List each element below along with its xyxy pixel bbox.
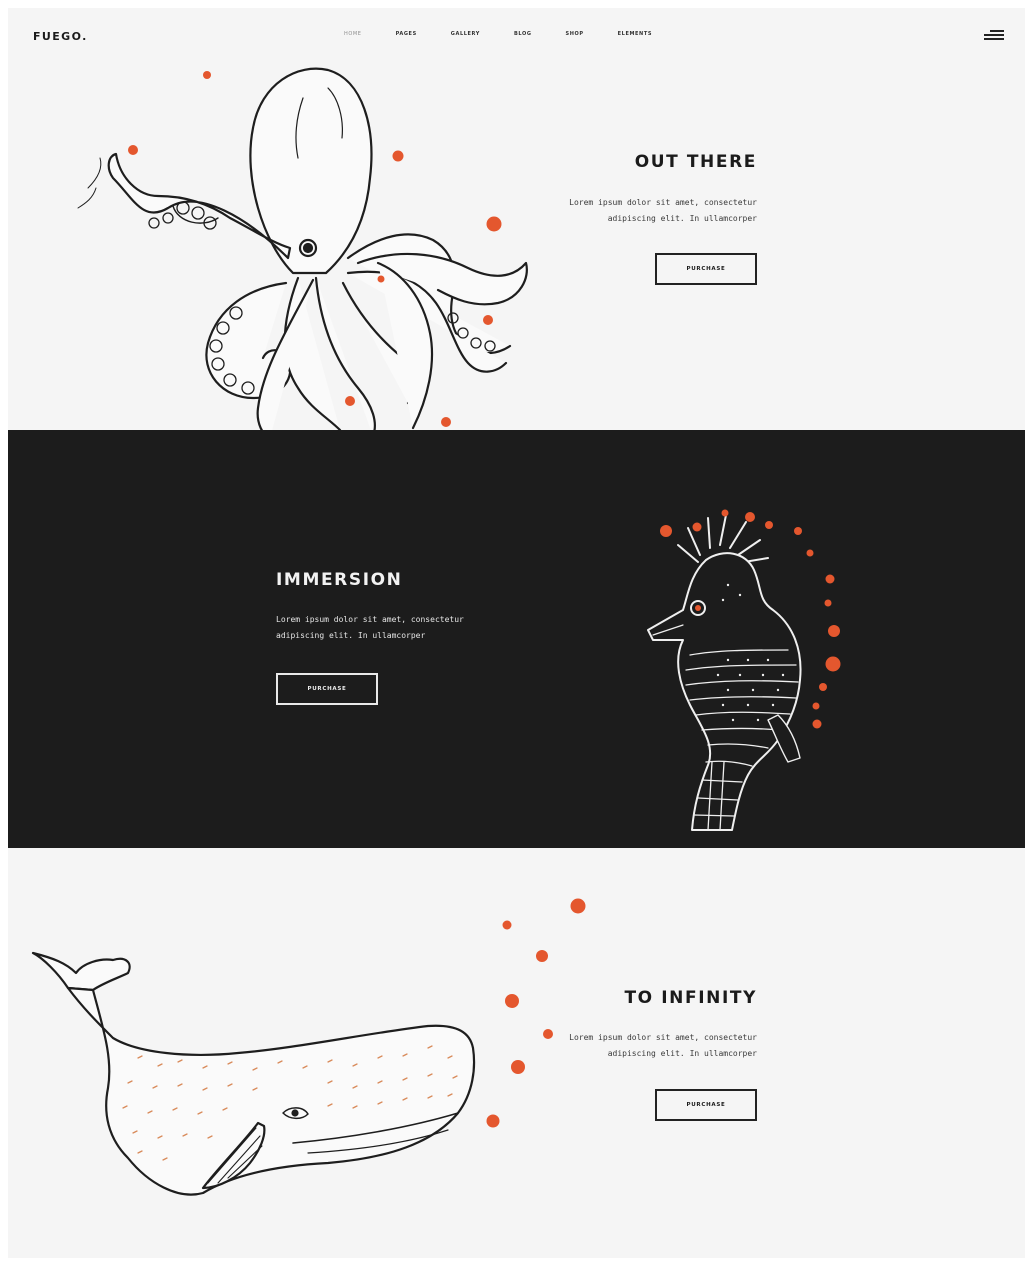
section-title: OUT THERE [634,152,757,172]
section-out-there: OUT THERE Lorem ipsum dolor sit amet, co… [8,8,1025,440]
section-description: Lorem ipsum dolor sit amet, consectetur … [477,1030,757,1062]
description-line: Lorem ipsum dolor sit amet, consectetur [569,1033,757,1042]
description-line: adipiscing elit. In ullamcorper [607,214,757,223]
purchase-button[interactable]: PURCHASE [655,1089,757,1121]
section-to-infinity: TO INFINITY Lorem ipsum dolor sit amet, … [8,848,1025,1258]
page: FUEGO. HOME PAGES GALLERY BLOG SHOP ELEM… [8,8,1025,1258]
description-line: Lorem ipsum dolor sit amet, consectetur [569,198,757,207]
section-description: Lorem ipsum dolor sit amet, consectetur … [477,195,757,227]
purchase-button[interactable]: PURCHASE [655,253,757,285]
section-title: TO INFINITY [624,988,757,1008]
description-line: adipiscing elit. In ullamcorper [607,1049,757,1058]
seahorse-dots [660,509,841,729]
section-immersion: IMMERSION Lorem ipsum dolor sit amet, co… [8,430,1025,848]
